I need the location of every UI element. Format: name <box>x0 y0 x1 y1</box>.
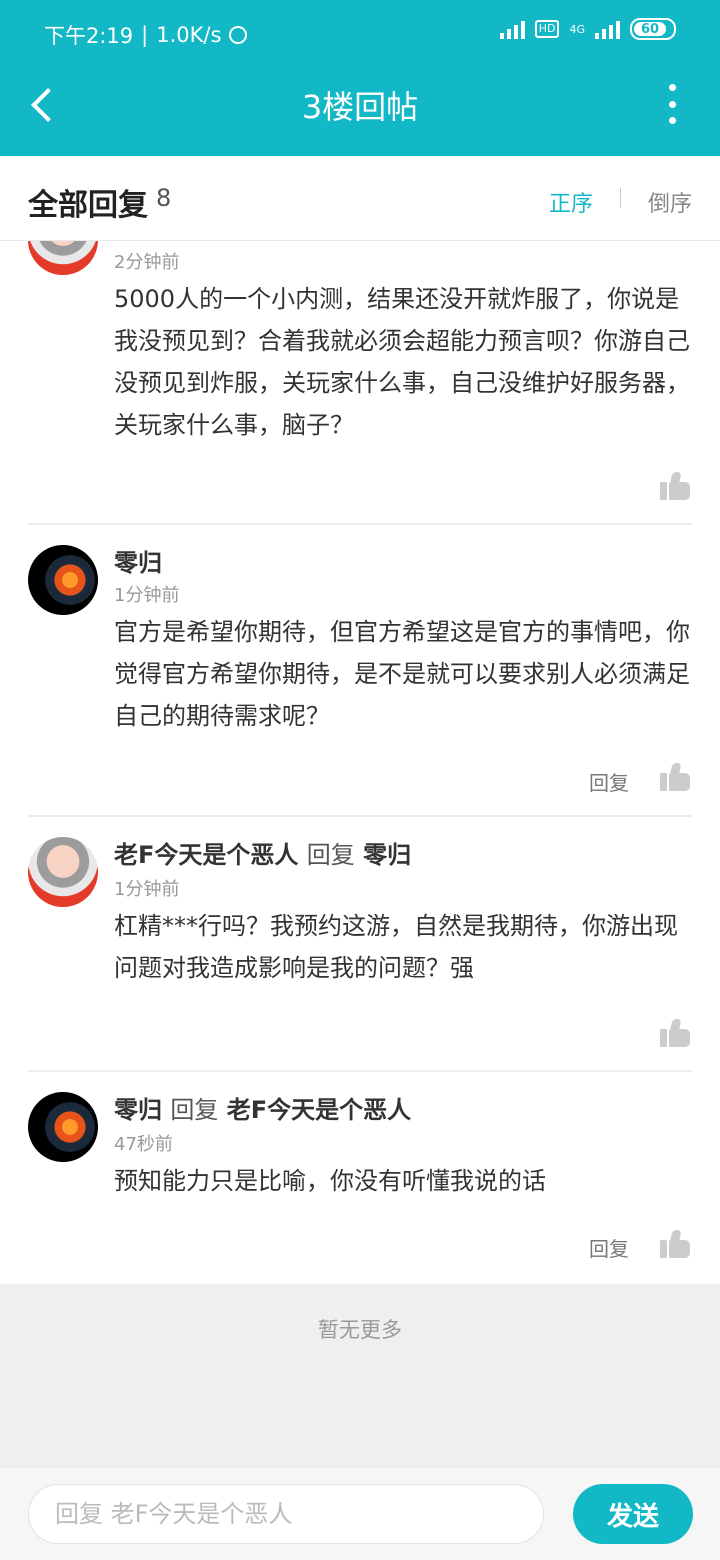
page-title: 3楼回帖 <box>301 88 419 126</box>
reply-target-name[interactable]: 老F今天是个恶人 <box>227 1096 411 1124</box>
author-name[interactable]: 零归 <box>114 1096 162 1124</box>
avatar[interactable] <box>28 240 98 275</box>
reply-button[interactable]: 回复 <box>589 1233 629 1262</box>
network-type: 4G <box>569 22 585 36</box>
avatar[interactable] <box>28 1092 98 1162</box>
avatar[interactable] <box>28 837 98 907</box>
comment-author[interactable]: 零归 <box>114 543 162 578</box>
reply-target-name[interactable]: 零归 <box>363 841 411 869</box>
author-name[interactable]: 老F今天是个恶人 <box>114 841 298 869</box>
app-header: 下午2:19 | 1.0K/s HD 4G 60 3楼回帖 <box>0 0 720 156</box>
reply-count: 8 <box>156 184 172 212</box>
divider <box>28 815 692 817</box>
alarm-icon <box>229 26 248 44</box>
hd-badge: HD <box>534 20 560 38</box>
battery-icon: 60 <box>630 18 676 40</box>
signal-icon-2 <box>595 19 620 39</box>
divider <box>28 523 692 525</box>
comment-time: 1分钟前 <box>114 585 180 606</box>
reply-composer: 发送 <box>0 1468 720 1560</box>
status-bar: 下午2:19 | 1.0K/s HD 4G 60 <box>0 0 720 66</box>
like-icon[interactable] <box>660 1230 690 1258</box>
comment-time: 1分钟前 <box>114 879 180 900</box>
sort-ascending-tab[interactable]: 正序 <box>549 186 593 218</box>
signal-icon <box>499 19 525 39</box>
send-button[interactable]: 发送 <box>573 1484 693 1544</box>
comment-list[interactable]: 2分钟前 5000人的一个小内测，结果还没开就炸服了，你说是我没预见到？合着我就… <box>0 240 720 1284</box>
reply-button[interactable]: 回复 <box>589 767 629 796</box>
divider <box>28 1070 692 1072</box>
reply-input[interactable] <box>28 1484 544 1544</box>
author-name[interactable]: 零归 <box>114 549 162 577</box>
comment-body: 5000人的一个小内测，结果还没开就炸服了，你说是我没预见到？合着我就必须会超能… <box>114 285 690 439</box>
all-replies-label: 全部回复 <box>28 188 148 223</box>
reply-word: 回复 <box>170 1096 219 1124</box>
replies-header: 全部回复 8 正序 倒序 <box>0 156 720 241</box>
comment-time: 2分钟前 <box>114 252 180 273</box>
sort-descending-tab[interactable]: 倒序 <box>648 186 692 218</box>
status-time: 下午2:19 <box>44 24 134 48</box>
more-options-icon[interactable] <box>660 84 684 124</box>
reply-word: 回复 <box>306 841 355 869</box>
comment-author: 零归 回复 老F今天是个恶人 <box>114 1090 411 1125</box>
battery-level: 60 <box>634 22 666 37</box>
no-more-footer: 暂无更多 <box>0 1284 720 1468</box>
network-speed: 1.0K/s <box>156 23 222 47</box>
comment-author: 老F今天是个恶人 回复 零归 <box>114 835 411 870</box>
comment-body: 官方是希望你期待，但官方希望这是官方的事情吧，你觉得官方希望你期待，是不是就可以… <box>114 618 690 730</box>
like-icon[interactable] <box>660 472 690 500</box>
no-more-text: 暂无更多 <box>318 1318 402 1342</box>
like-icon[interactable] <box>660 763 690 791</box>
comment-time: 47秒前 <box>114 1134 173 1155</box>
sort-divider <box>620 188 621 208</box>
like-icon[interactable] <box>660 1019 690 1047</box>
comment-body: 杠精***行吗？我预约这游，自然是我期待，你游出现问题对我造成影响是我的问题？强 <box>114 912 678 982</box>
avatar[interactable] <box>28 545 98 615</box>
comment-body: 预知能力只是比喻，你没有听懂我说的话 <box>114 1167 546 1195</box>
